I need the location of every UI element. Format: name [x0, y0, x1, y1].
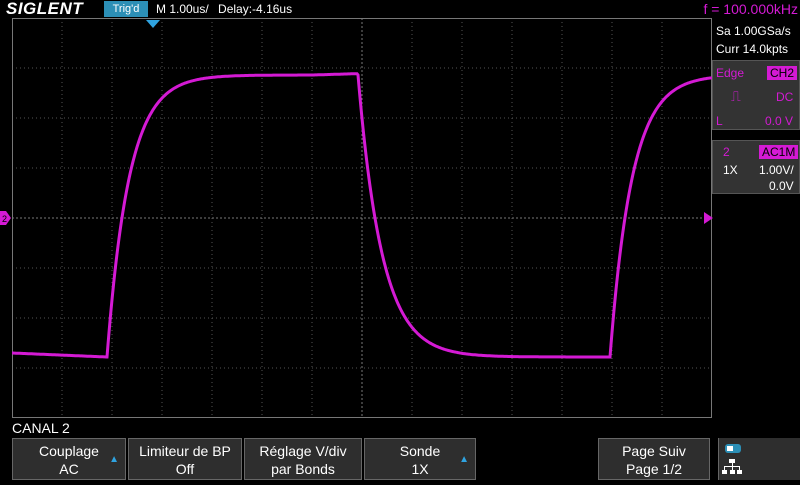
coupling-button[interactable]: Couplage AC ▲: [12, 438, 126, 480]
info-panel: Sa 1.00GSa/s Curr 14.0kpts Edge CH2 ⎍ DC…: [712, 18, 800, 418]
probe-button[interactable]: Sonde 1X ▲: [364, 438, 476, 480]
status-icons: [718, 438, 800, 480]
trigger-coupling: DC: [776, 90, 794, 104]
menu-title: CANAL 2: [12, 420, 70, 436]
network-icon: [722, 459, 742, 474]
softkey-bar: Couplage AC ▲ Limiteur de BP Off Réglage…: [0, 438, 800, 480]
ch2-offset-marker[interactable]: 2: [0, 211, 11, 225]
trigger-level: 0.0 V: [765, 114, 794, 128]
trigger-position-marker[interactable]: [146, 20, 160, 28]
channel-probe: 1X: [723, 163, 738, 177]
rising-edge-icon: ⎍: [731, 88, 741, 104]
next-page-button[interactable]: Page Suiv Page 1/2: [598, 438, 710, 480]
next-page-value: Page 1/2: [625, 461, 683, 477]
channel-number: 2: [723, 145, 730, 159]
markers-layer: 2: [0, 20, 713, 225]
next-page-label: Page Suiv: [622, 443, 686, 459]
rotary-knob-icon: ▲: [459, 454, 469, 465]
bandwidth-limit-button[interactable]: Limiteur de BP Off: [128, 438, 242, 480]
channel-info-box[interactable]: 2 AC1M 1X 1.00V/ 0.0V: [712, 140, 800, 194]
trigger-type: Edge: [716, 66, 745, 80]
vdiv-adjust-value: par Bonds: [271, 461, 335, 477]
channel-coupling-badge: AC1M: [759, 145, 799, 159]
trigger-mode: L: [716, 114, 723, 128]
vdiv-adjust-button[interactable]: Réglage V/div par Bonds: [244, 438, 362, 480]
rotary-knob-icon: ▲: [109, 454, 119, 465]
trigger-info-box[interactable]: Edge CH2 ⎍ DC L 0.0 V: [712, 60, 800, 130]
bandwidth-limit-value: Off: [175, 461, 195, 477]
trigger-source: CH2: [767, 66, 798, 80]
sample-rate: Sa 1.00GSa/s: [716, 24, 791, 38]
memory-depth: Curr 14.0kpts: [716, 42, 789, 56]
bandwidth-limit-label: Limiteur de BP: [139, 443, 231, 459]
vdiv-adjust-label: Réglage V/div: [259, 443, 347, 459]
ch2-marker-label: 2: [2, 214, 7, 224]
channel-offset: 0.0V: [769, 179, 794, 193]
usb-network-icons: [722, 444, 742, 474]
channel-scale: 1.00V/: [759, 163, 794, 177]
